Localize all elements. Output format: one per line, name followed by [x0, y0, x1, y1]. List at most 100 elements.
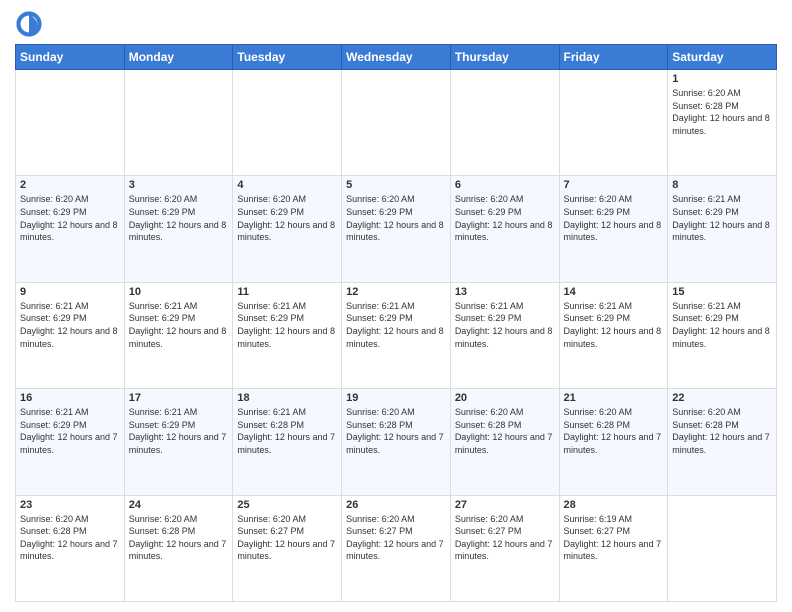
day-number: 15	[672, 286, 772, 298]
col-header-sunday: Sunday	[16, 45, 125, 70]
day-cell: 10 Sunrise: 6:21 AM Sunset: 6:29 PM Dayli…	[124, 282, 233, 388]
day-info: Sunrise: 6:20 AM Sunset: 6:29 PM Dayligh…	[237, 193, 337, 243]
day-number: 20	[455, 392, 555, 404]
day-number: 9	[20, 286, 120, 298]
day-cell: 26 Sunrise: 6:20 AM Sunset: 6:27 PM Dayli…	[342, 495, 451, 601]
day-cell: 22 Sunrise: 6:20 AM Sunset: 6:28 PM Dayli…	[668, 389, 777, 495]
week-row-2: 2 Sunrise: 6:20 AM Sunset: 6:29 PM Daylig…	[16, 176, 777, 282]
day-cell: 9 Sunrise: 6:21 AM Sunset: 6:29 PM Daylig…	[16, 282, 125, 388]
day-cell: 6 Sunrise: 6:20 AM Sunset: 6:29 PM Daylig…	[450, 176, 559, 282]
day-info: Sunrise: 6:20 AM Sunset: 6:28 PM Dayligh…	[672, 87, 772, 137]
day-cell	[233, 70, 342, 176]
day-cell: 1 Sunrise: 6:20 AM Sunset: 6:28 PM Daylig…	[668, 70, 777, 176]
week-row-3: 9 Sunrise: 6:21 AM Sunset: 6:29 PM Daylig…	[16, 282, 777, 388]
calendar-table: SundayMondayTuesdayWednesdayThursdayFrid…	[15, 44, 777, 602]
day-cell: 4 Sunrise: 6:20 AM Sunset: 6:29 PM Daylig…	[233, 176, 342, 282]
day-info: Sunrise: 6:20 AM Sunset: 6:29 PM Dayligh…	[20, 193, 120, 243]
day-info: Sunrise: 6:20 AM Sunset: 6:28 PM Dayligh…	[455, 406, 555, 456]
day-cell: 13 Sunrise: 6:21 AM Sunset: 6:29 PM Dayli…	[450, 282, 559, 388]
day-info: Sunrise: 6:19 AM Sunset: 6:27 PM Dayligh…	[564, 513, 664, 563]
day-cell: 17 Sunrise: 6:21 AM Sunset: 6:29 PM Dayli…	[124, 389, 233, 495]
day-cell: 5Sunrise: 6:20 AM Sunset: 6:29 PM Daylig…	[342, 176, 451, 282]
day-cell	[668, 495, 777, 601]
day-cell: 11Sunrise: 6:21 AM Sunset: 6:29 PM Dayli…	[233, 282, 342, 388]
day-cell	[450, 70, 559, 176]
day-info: Sunrise: 6:20 AM Sunset: 6:29 PM Dayligh…	[455, 193, 555, 243]
day-info: Sunrise: 6:20 AM Sunset: 6:27 PM Dayligh…	[237, 513, 337, 563]
day-number: 26	[346, 499, 446, 511]
day-number: 14	[564, 286, 664, 298]
day-number: 18	[237, 392, 337, 404]
day-cell: 15 Sunrise: 6:21 AM Sunset: 6:29 PM Dayli…	[668, 282, 777, 388]
day-cell: 21 Sunrise: 6:20 AM Sunset: 6:28 PM Dayli…	[559, 389, 668, 495]
day-info: Sunrise: 6:21 AM Sunset: 6:29 PM Dayligh…	[129, 300, 229, 350]
calendar-header-row: SundayMondayTuesdayWednesdayThursdayFrid…	[16, 45, 777, 70]
day-cell	[16, 70, 125, 176]
day-info: Sunrise: 6:21 AM Sunset: 6:29 PM Dayligh…	[672, 193, 772, 243]
day-cell: 18 Sunrise: 6:21 AM Sunset: 6:28 PM Dayli…	[233, 389, 342, 495]
day-info: Sunrise: 6:21 AM Sunset: 6:29 PM Dayligh…	[346, 300, 446, 350]
day-number: 6	[455, 179, 555, 191]
day-info: Sunrise: 6:20 AM Sunset: 6:28 PM Dayligh…	[672, 406, 772, 456]
day-number: 7	[564, 179, 664, 191]
day-info: Sunrise: 6:20 AM Sunset: 6:27 PM Dayligh…	[455, 513, 555, 563]
day-info: Sunrise: 6:21 AM Sunset: 6:29 PM Dayligh…	[564, 300, 664, 350]
day-number: 13	[455, 286, 555, 298]
week-row-4: 16 Sunrise: 6:21 AM Sunset: 6:29 PM Dayli…	[16, 389, 777, 495]
day-number: 25	[237, 499, 337, 511]
day-info: Sunrise: 6:20 AM Sunset: 6:29 PM Dayligh…	[564, 193, 664, 243]
day-cell	[559, 70, 668, 176]
day-number: 24	[129, 499, 229, 511]
day-cell: 28 Sunrise: 6:19 AM Sunset: 6:27 PM Dayli…	[559, 495, 668, 601]
logo	[15, 10, 47, 38]
day-cell: 2 Sunrise: 6:20 AM Sunset: 6:29 PM Daylig…	[16, 176, 125, 282]
day-info: Sunrise: 6:21 AM Sunset: 6:29 PM Dayligh…	[129, 406, 229, 456]
day-number: 2	[20, 179, 120, 191]
col-header-tuesday: Tuesday	[233, 45, 342, 70]
day-cell: 23Sunrise: 6:20 AM Sunset: 6:28 PM Dayli…	[16, 495, 125, 601]
day-number: 3	[129, 179, 229, 191]
day-cell: 20 Sunrise: 6:20 AM Sunset: 6:28 PM Dayli…	[450, 389, 559, 495]
col-header-saturday: Saturday	[668, 45, 777, 70]
day-number: 23	[20, 499, 120, 511]
day-cell	[342, 70, 451, 176]
day-info: Sunrise: 6:20 AM Sunset: 6:28 PM Dayligh…	[129, 513, 229, 563]
day-info: Sunrise: 6:20 AM Sunset: 6:28 PM Dayligh…	[346, 406, 446, 456]
col-header-friday: Friday	[559, 45, 668, 70]
day-cell: 27 Sunrise: 6:20 AM Sunset: 6:27 PM Dayli…	[450, 495, 559, 601]
day-cell: 12 Sunrise: 6:21 AM Sunset: 6:29 PM Dayli…	[342, 282, 451, 388]
day-cell: 19 Sunrise: 6:20 AM Sunset: 6:28 PM Dayli…	[342, 389, 451, 495]
day-number: 5	[346, 179, 446, 191]
day-number: 16	[20, 392, 120, 404]
day-info: Sunrise: 6:21 AM Sunset: 6:28 PM Dayligh…	[237, 406, 337, 456]
logo-icon	[15, 10, 43, 38]
day-number: 21	[564, 392, 664, 404]
day-info: Sunrise: 6:20 AM Sunset: 6:28 PM Dayligh…	[564, 406, 664, 456]
day-number: 8	[672, 179, 772, 191]
day-number: 19	[346, 392, 446, 404]
day-number: 22	[672, 392, 772, 404]
week-row-1: 1 Sunrise: 6:20 AM Sunset: 6:28 PM Daylig…	[16, 70, 777, 176]
day-number: 28	[564, 499, 664, 511]
day-number: 4	[237, 179, 337, 191]
day-info: Sunrise: 6:21 AM Sunset: 6:29 PM Dayligh…	[237, 300, 337, 350]
day-number: 17	[129, 392, 229, 404]
day-number: 10	[129, 286, 229, 298]
day-number: 1	[672, 73, 772, 85]
day-cell: 24 Sunrise: 6:20 AM Sunset: 6:28 PM Dayli…	[124, 495, 233, 601]
day-cell	[124, 70, 233, 176]
day-number: 12	[346, 286, 446, 298]
col-header-monday: Monday	[124, 45, 233, 70]
day-info: Sunrise: 6:21 AM Sunset: 6:29 PM Dayligh…	[672, 300, 772, 350]
day-cell: 16Sunrise: 6:21 AM Sunset: 6:29 PM Dayli…	[16, 389, 125, 495]
day-cell: 8 Sunrise: 6:21 AM Sunset: 6:29 PM Daylig…	[668, 176, 777, 282]
day-cell: 7 Sunrise: 6:20 AM Sunset: 6:29 PM Daylig…	[559, 176, 668, 282]
day-info: Sunrise: 6:20 AM Sunset: 6:27 PM Dayligh…	[346, 513, 446, 563]
week-row-5: 23 Sunrise: 6:20 AM Sunset: 6:28 PM Dayli…	[16, 495, 777, 601]
col-header-wednesday: Wednesday	[342, 45, 451, 70]
day-number: 27	[455, 499, 555, 511]
header	[15, 10, 777, 38]
day-info: Sunrise: 6:20 AM Sunset: 6:29 PM Dayligh…	[129, 193, 229, 243]
day-info: Sunrise: 6:21 AM Sunset: 6:29 PM Dayligh…	[455, 300, 555, 350]
day-info: Sunrise: 6:21 AM Sunset: 6:29 PM Dayligh…	[20, 300, 120, 350]
